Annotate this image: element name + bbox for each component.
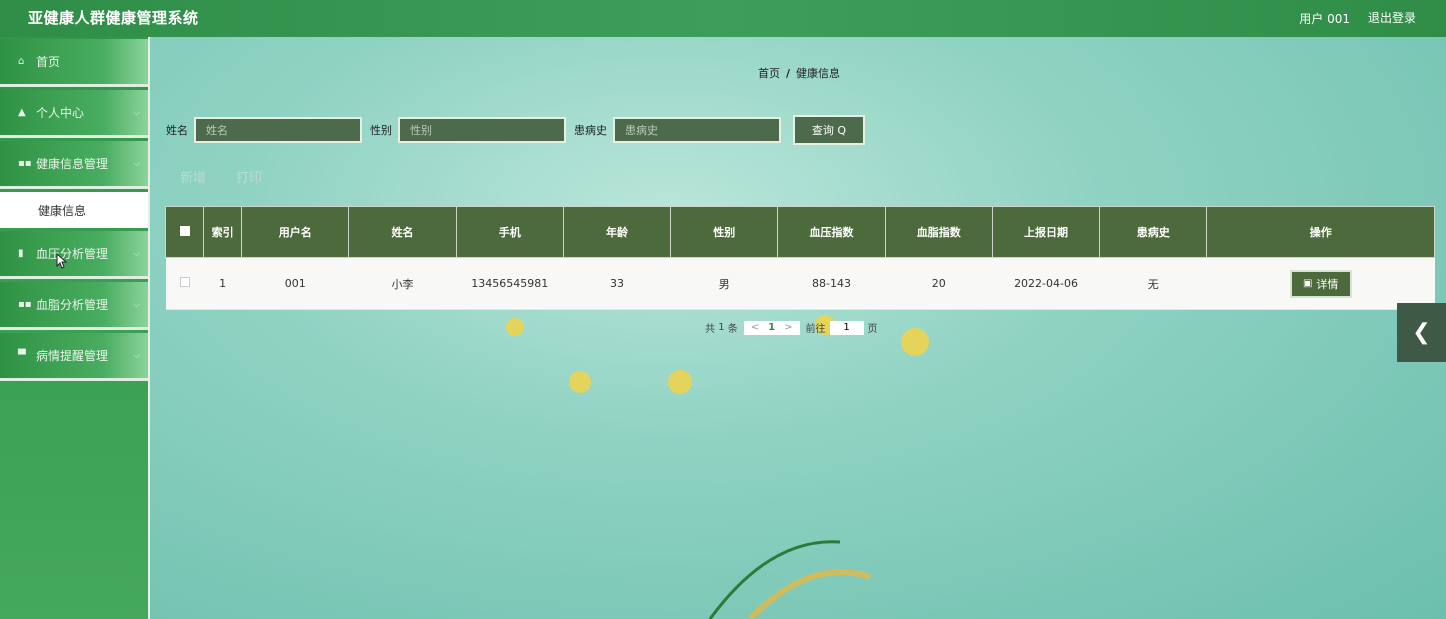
chevron-down-icon: ⌵	[133, 108, 140, 118]
top-header: 亚健康人群健康管理系统 用户 001 退出登录	[0, 0, 1446, 37]
goto-page-input[interactable]	[829, 320, 864, 335]
sidebar-item-label: 病情提醒管理	[36, 349, 109, 363]
sidebar-item-condition-reminder[interactable]: ▀ 病情提醒管理 ⌵	[0, 333, 148, 381]
breadcrumb-separator: /	[786, 67, 791, 80]
column-header-name: 姓名	[348, 206, 457, 258]
column-header-phone: 手机	[455, 206, 564, 258]
gender-search-input[interactable]	[398, 117, 566, 143]
flower-icon	[506, 318, 524, 336]
flower-icon	[569, 371, 591, 393]
history-search-input[interactable]	[613, 117, 781, 143]
name-search-input[interactable]	[194, 117, 362, 143]
collapse-panel-button[interactable]: ❮	[1397, 303, 1446, 362]
table-row: 1 001 小李 13456545981 33 男 88-143 20 2022…	[165, 257, 1435, 310]
cell-blood-lipid: 20	[885, 257, 993, 310]
detail-icon: ▣	[1302, 278, 1313, 289]
sidebar-item-health-info-management[interactable]: ▪▪ 健康信息管理 ⌵	[0, 141, 148, 189]
grid-icon: ▪▪	[18, 158, 32, 169]
cell-medical-history: 无	[1099, 257, 1207, 310]
sidebar-item-personal-center[interactable]: ▲ 个人中心 ⌵	[0, 90, 148, 138]
grain-icon	[747, 569, 871, 619]
chevron-down-icon: ⌵	[133, 159, 140, 169]
row-checkbox[interactable]	[179, 277, 190, 287]
total-prefix: 共	[705, 324, 715, 335]
app-title: 亚健康人群健康管理系统	[28, 9, 199, 27]
column-header-blood-pressure: 血压指数	[777, 206, 886, 258]
select-all-checkbox[interactable]	[179, 225, 190, 236]
detail-button[interactable]: ▣ 详情	[1289, 269, 1352, 298]
column-header-username: 用户名	[241, 206, 350, 258]
sidebar-item-label: 健康信息管理	[36, 157, 109, 171]
flower-icon	[668, 370, 692, 394]
message-icon: ▀	[18, 350, 26, 361]
sidebar-item-label: 首页	[36, 55, 61, 69]
cell-gender: 男	[670, 257, 778, 310]
current-user-label: 用户 001	[1299, 12, 1350, 26]
total-suffix: 条	[727, 324, 738, 335]
search-button[interactable]: 查询 Q	[793, 115, 865, 145]
action-links: 新增 打印	[180, 167, 262, 186]
column-header-index: 索引	[203, 206, 243, 258]
column-header-report-date: 上报日期	[991, 206, 1101, 258]
goto-prefix: 前往	[805, 324, 826, 335]
add-button[interactable]: 新增	[180, 167, 206, 186]
table-header-row: 索引 用户名 姓名 手机 年龄 性别 血压指数 血脂指数 上报日期 患病史 操作	[164, 206, 1435, 258]
pagination: 共 1 条 < 1 > 前往 页	[705, 320, 878, 335]
cell-index: 1	[203, 257, 242, 310]
chevron-down-icon: ⌵	[133, 249, 140, 259]
health-info-table: 索引 用户名 姓名 手机 年龄 性别 血压指数 血脂指数 上报日期 患病史 操作…	[164, 206, 1435, 310]
clipboard-icon: ▮	[18, 248, 24, 259]
column-header-age: 年龄	[562, 206, 672, 258]
next-page-button[interactable]: >	[781, 322, 795, 333]
search-bar: 姓名 性别 患病史 查询 Q	[166, 115, 865, 145]
detail-label: 详情	[1316, 277, 1339, 291]
sidebar-item-label: 血压分析管理	[36, 247, 109, 261]
sidebar-item-label: 个人中心	[36, 106, 85, 120]
print-button[interactable]: 打印	[236, 167, 262, 186]
mouse-cursor-icon	[56, 253, 68, 269]
select-all-header[interactable]	[164, 206, 205, 258]
home-icon: ⌂	[18, 56, 25, 67]
sidebar: ⌂ 首页 ▲ 个人中心 ⌵ ▪▪ 健康信息管理 ⌵ 健康信息 ▮ 血压分析管理 …	[0, 37, 150, 619]
column-header-actions: 操作	[1206, 206, 1435, 258]
cell-phone: 13456545981	[456, 257, 564, 310]
page-selector: < 1 >	[743, 320, 800, 335]
cell-age: 33	[563, 257, 671, 310]
user-icon: ▲	[18, 107, 26, 118]
total-count: 1	[718, 322, 725, 333]
name-label: 姓名	[166, 124, 188, 137]
breadcrumb: 首页 / 健康信息	[758, 65, 840, 81]
grid-icon: ▪▪	[18, 299, 32, 310]
cell-blood-pressure: 88-143	[777, 257, 886, 310]
cell-actions: ▣ 详情	[1206, 257, 1435, 310]
logout-link[interactable]: 退出登录	[1368, 9, 1416, 26]
prev-page-button[interactable]: <	[748, 322, 762, 333]
column-header-medical-history: 患病史	[1099, 206, 1208, 258]
sidebar-item-blood-lipid-analysis[interactable]: ▪▪ 血脂分析管理 ⌵	[0, 282, 148, 330]
column-header-gender: 性别	[670, 206, 779, 258]
chevron-down-icon: ⌵	[133, 351, 140, 361]
cell-username: 001	[241, 257, 349, 310]
column-header-blood-lipid: 血脂指数	[884, 206, 993, 258]
sidebar-subitem-health-info[interactable]: 健康信息	[0, 192, 148, 228]
breadcrumb-current: 健康信息	[796, 67, 841, 80]
main-content: 首页/健康信息 姓名 性别 患病史 查询 Q 新增 打印 索引 用户名 姓	[150, 37, 1446, 619]
history-label: 患病史	[574, 124, 607, 137]
cell-name: 小李	[348, 257, 457, 310]
current-page-number[interactable]: 1	[762, 322, 781, 333]
row-select-cell[interactable]	[165, 257, 204, 310]
chevron-down-icon: ⌵	[133, 300, 140, 310]
flower-icon	[901, 328, 929, 356]
goto-suffix: 页	[867, 324, 878, 335]
cell-report-date: 2022-04-06	[992, 257, 1100, 310]
sidebar-item-blood-pressure-analysis[interactable]: ▮ 血压分析管理 ⌵	[0, 231, 148, 279]
sidebar-item-home[interactable]: ⌂ 首页	[0, 39, 148, 87]
breadcrumb-home[interactable]: 首页	[758, 67, 780, 80]
gender-label: 性别	[370, 124, 392, 137]
chevron-left-icon: ❮	[1412, 320, 1431, 345]
sidebar-item-label: 血脂分析管理	[36, 298, 109, 312]
stem-icon	[708, 540, 841, 619]
